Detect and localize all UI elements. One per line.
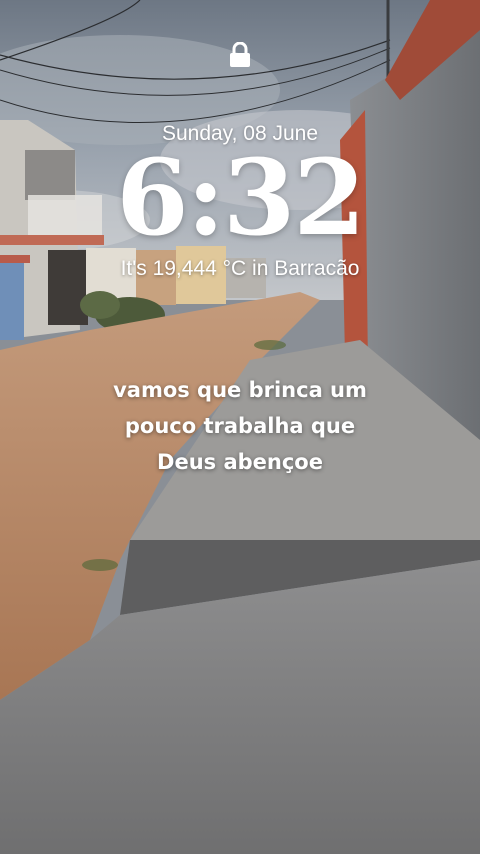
weather-widget[interactable]: It's 19,444 °C in Barracão bbox=[0, 257, 480, 281]
message-line: pouco trabalha que bbox=[124, 414, 356, 438]
message-line: Deus abençoe bbox=[157, 450, 323, 474]
lock-icon bbox=[230, 42, 250, 67]
lockscreen-message: vamos que brinca um pouco trabalha que D… bbox=[60, 372, 420, 480]
lockscreen-clock: 6:32 bbox=[116, 136, 365, 259]
message-line: vamos que brinca um bbox=[113, 378, 367, 402]
